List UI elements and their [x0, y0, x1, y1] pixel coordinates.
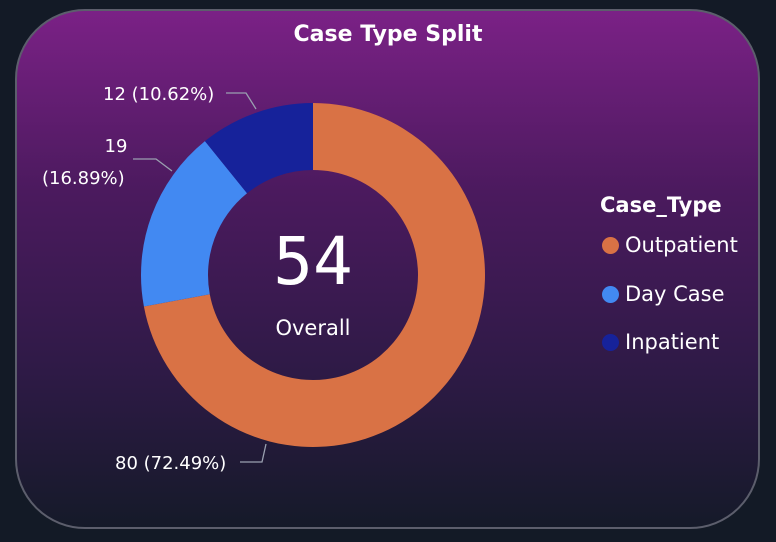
data-label-inpatient: 12 (10.62%) [103, 84, 215, 105]
legend-item-inpatient[interactable]: Inpatient [602, 330, 719, 354]
data-label-day-case-value: 19 [104, 136, 128, 157]
legend-item-day-case[interactable]: Day Case [602, 282, 725, 306]
legend-dot-day-case [602, 285, 619, 303]
legend-title: Case_Type [600, 193, 722, 217]
legend-label: Day Case [625, 282, 725, 306]
legend-dot-inpatient [602, 333, 619, 351]
legend-label: Inpatient [625, 330, 720, 354]
legend-label: Outpatient [625, 233, 738, 257]
legend-dot-outpatient [602, 236, 619, 254]
legend-item-outpatient[interactable]: Outpatient [602, 233, 738, 257]
leader-line-day-case [133, 158, 173, 172]
center-label: Overall [275, 316, 351, 340]
center-value: 54 [273, 223, 353, 300]
data-label-outpatient: 80 (72.49%) [115, 453, 227, 474]
data-label-day-case-percent: (16.89%) [42, 168, 125, 189]
leader-line-inpatient [226, 92, 257, 110]
leader-line-outpatient [240, 443, 267, 463]
